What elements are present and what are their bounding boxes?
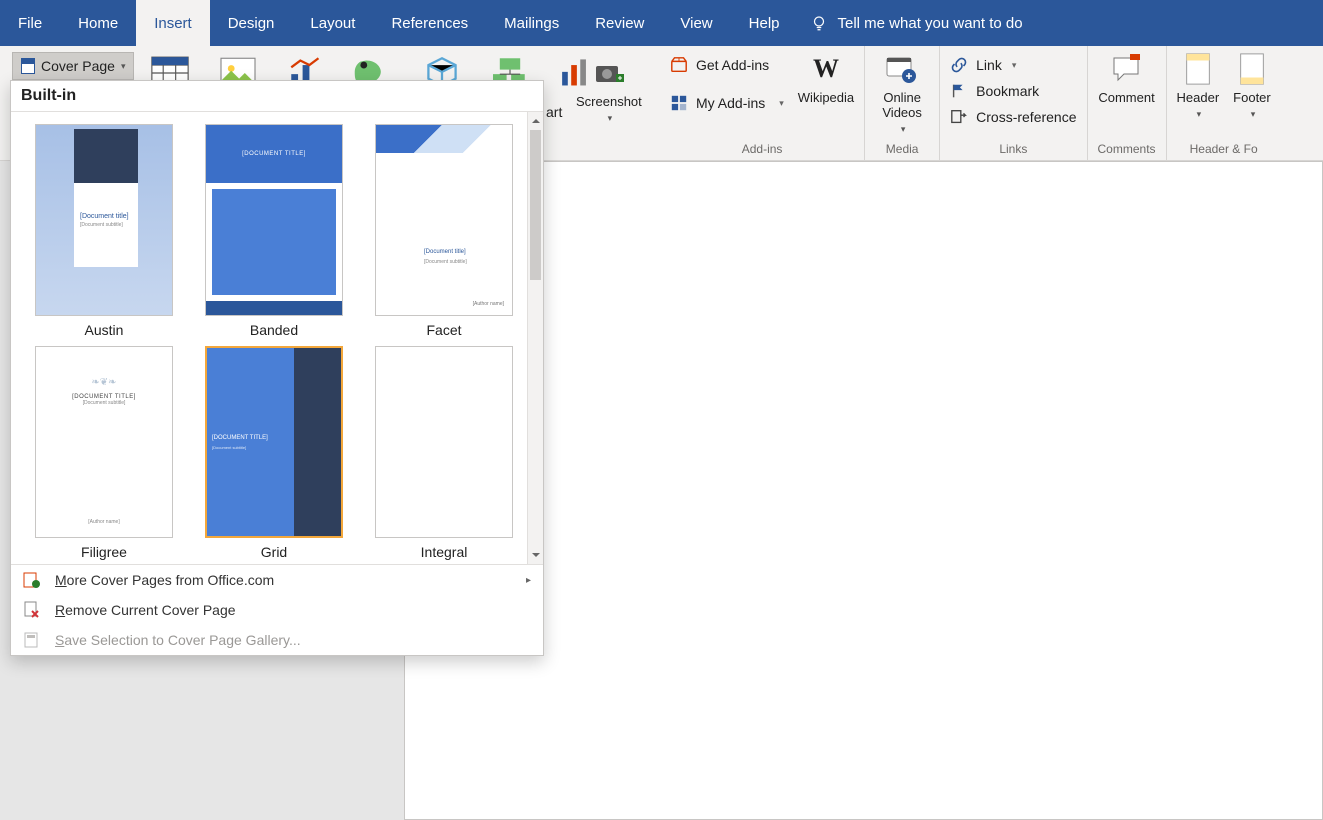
link-icon <box>950 56 968 74</box>
tab-view[interactable]: View <box>662 0 730 46</box>
comment-icon <box>1110 52 1144 86</box>
group-media: Online Videos Media <box>865 46 940 160</box>
remove-icon <box>23 601 41 619</box>
gallery-section-header: Built-in <box>11 81 543 112</box>
tab-file[interactable]: File <box>0 0 60 46</box>
tab-home[interactable]: Home <box>60 0 136 46</box>
my-addins-button[interactable]: My Add-ins ▾ <box>670 90 784 116</box>
group-comments: Comment Comments <box>1088 46 1167 160</box>
addins-icon <box>670 94 688 112</box>
scroll-up-button[interactable] <box>528 112 543 130</box>
comment-button[interactable]: Comment <box>1098 52 1154 105</box>
ribbon-tabs: File Home Insert Design Layout Reference… <box>0 0 1323 46</box>
tab-references[interactable]: References <box>373 0 486 46</box>
scroll-thumb[interactable] <box>530 130 541 280</box>
template-banded[interactable]: [DOCUMENT TITLE] Banded <box>199 124 349 338</box>
remove-cover-page-item[interactable]: Remove Current Cover Page <box>11 595 543 625</box>
cross-reference-icon <box>950 108 968 126</box>
submenu-arrow-icon: ▸ <box>526 575 531 586</box>
scroll-track[interactable] <box>528 130 543 546</box>
tab-help[interactable]: Help <box>731 0 798 46</box>
online-videos-button[interactable]: Online Videos <box>875 52 929 135</box>
chevron-down-icon: ▾ <box>121 61 126 72</box>
scroll-down-button[interactable] <box>528 546 543 564</box>
partial-label-art: art <box>546 104 562 120</box>
footer-icon <box>1235 52 1269 86</box>
gallery-scrollbar[interactable] <box>527 112 543 564</box>
bookmark-flag-icon <box>950 82 968 100</box>
template-grid[interactable]: [DOCUMENT TITLE] [Document subtitle] Gri… <box>199 346 349 560</box>
wikipedia-icon: W <box>809 52 843 86</box>
save-to-gallery-item: Save Selection to Cover Page Gallery... <box>11 625 543 655</box>
template-facet[interactable]: [Document title] [Document subtitle] [Au… <box>369 124 519 338</box>
group-header-footer: Header Footer Header & Fo <box>1167 46 1281 160</box>
cover-page-gallery: [Document title] [Document subtitle] Aus… <box>11 112 527 564</box>
chevron-down-icon: ▾ <box>779 98 784 109</box>
footer-button[interactable]: Footer <box>1233 52 1271 120</box>
link-button[interactable]: Link ▾ <box>950 52 1076 78</box>
lightbulb-icon <box>810 14 828 32</box>
template-integral[interactable]: Integral <box>369 346 519 560</box>
group-label-header-footer: Header & Fo <box>1190 142 1258 158</box>
tab-insert[interactable]: Insert <box>136 0 210 46</box>
group-label-media: Media <box>886 142 919 158</box>
cover-page-icon <box>21 58 35 74</box>
more-cover-pages-item[interactable]: More Cover Pages from Office.com ▸ <box>11 565 543 595</box>
template-filigree[interactable]: ❧❦❧ [DOCUMENT TITLE] [Document subtitle]… <box>29 346 179 560</box>
cross-reference-button[interactable]: Cross-reference <box>950 104 1076 130</box>
cover-page-button[interactable]: Cover Page ▾ <box>12 52 134 80</box>
tab-layout[interactable]: Layout <box>292 0 373 46</box>
get-addins-button[interactable]: Get Add-ins <box>670 52 784 78</box>
chevron-down-icon: ▾ <box>1012 60 1017 71</box>
tell-me-search[interactable]: Tell me what you want to do <box>810 0 1023 46</box>
screenshot-icon <box>592 56 626 90</box>
tab-review[interactable]: Review <box>577 0 662 46</box>
video-icon <box>885 52 919 86</box>
group-addins: Get Add-ins My Add-ins ▾ W Wikipedia Add… <box>660 46 865 160</box>
tell-me-label: Tell me what you want to do <box>838 15 1023 32</box>
cover-page-dropdown: Built-in [Document title] [Document subt… <box>10 80 544 656</box>
bookmark-button[interactable]: Bookmark <box>950 78 1076 104</box>
wikipedia-button[interactable]: W Wikipedia <box>798 52 854 105</box>
ornament-icon: ❧❦❧ <box>91 377 116 388</box>
group-label-addins: Add-ins <box>742 142 783 158</box>
tab-mailings[interactable]: Mailings <box>486 0 577 46</box>
header-button[interactable]: Header <box>1177 52 1220 120</box>
group-links: Link ▾ Bookmark Cross-reference Links <box>940 46 1087 160</box>
tab-design[interactable]: Design <box>210 0 293 46</box>
group-label-comments: Comments <box>1098 142 1156 158</box>
save-gallery-icon <box>23 631 41 649</box>
store-icon <box>670 56 688 74</box>
template-austin[interactable]: [Document title] [Document subtitle] Aus… <box>29 124 179 338</box>
header-icon <box>1181 52 1215 86</box>
screenshot-button[interactable]: Screenshot <box>576 56 642 124</box>
office-online-icon <box>23 571 41 589</box>
group-label-links: Links <box>999 142 1027 158</box>
